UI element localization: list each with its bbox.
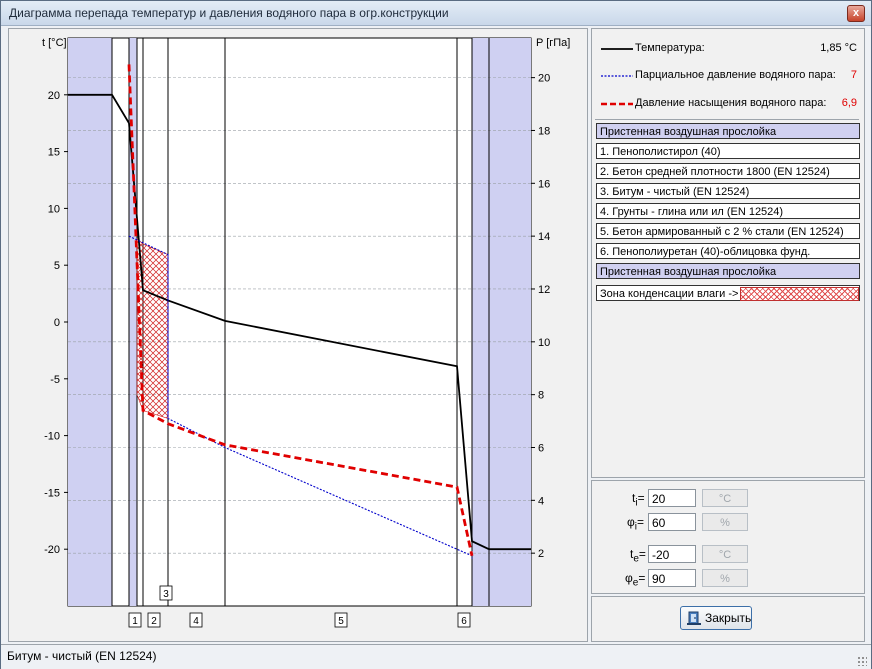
left-tick-label: -15 xyxy=(44,487,60,499)
left-tick-label: 15 xyxy=(48,147,60,159)
legend-saturation-value: 6,9 xyxy=(841,97,857,109)
diagram-window: Диаграмма перепада температур и давления… xyxy=(0,0,872,669)
legend-partial-label: Парциальное давление водяного пара: xyxy=(635,69,836,81)
legend-temperature-value: 1,85 °C xyxy=(820,42,857,54)
legend-partial-pressure: Парциальное давление водяного пара: 7 xyxy=(598,66,860,86)
left-tick-label: 0 xyxy=(54,317,60,329)
right-tick-label: 14 xyxy=(538,231,550,243)
right-tick-label: 12 xyxy=(538,284,550,296)
inner-air-zone xyxy=(68,38,112,606)
ti-unit-button[interactable]: °C xyxy=(702,489,748,507)
door-exit-icon xyxy=(687,611,701,625)
outer-air-zone xyxy=(489,38,531,606)
left-tick-label: 5 xyxy=(54,260,60,272)
left-tick-label: -5 xyxy=(50,374,60,386)
legend-divider xyxy=(595,119,859,120)
layer-item-6[interactable]: 6. Пенополиуретан (40)-облицовка фунд. xyxy=(596,243,860,259)
phii-input[interactable]: 60 xyxy=(648,513,696,531)
legend-saturation-line-icon xyxy=(601,102,633,106)
right-tick-label: 8 xyxy=(538,390,544,402)
info-panel: Температура: 1,85 °C Парциальное давлени… xyxy=(591,28,865,478)
left-tick-label: 20 xyxy=(48,90,60,102)
layer-marker-label: 1 xyxy=(132,616,138,627)
window-title: Диаграмма перепада температур и давления… xyxy=(9,6,449,20)
layer-item-3[interactable]: 3. Битум - чистый (EN 12524) xyxy=(596,183,860,199)
close-button-label: Закрыть xyxy=(705,611,752,625)
left-tick-label: 10 xyxy=(48,203,60,215)
legend-temperature-line-icon xyxy=(601,48,633,50)
status-text: Битум - чистый (EN 12524) xyxy=(7,649,157,663)
condensation-zone-legend: Зона конденсации влаги -> xyxy=(596,285,860,301)
legend-partial-line-icon xyxy=(601,75,633,77)
phii-label: φi= xyxy=(627,515,645,533)
layer-item-1[interactable]: 1. Пенополистирол (40) xyxy=(596,143,860,159)
close-icon: x xyxy=(852,7,860,19)
left-axis-label: t [°C] xyxy=(42,37,67,49)
close-button[interactable]: Закрыть xyxy=(680,606,752,630)
layer-6-zone xyxy=(472,38,489,606)
legend-saturation-label: Давление насыщения водяного пара: xyxy=(635,97,827,109)
phie-unit-button[interactable]: % xyxy=(702,569,748,587)
left-tick-label: -20 xyxy=(44,544,60,556)
condensation-hatch-swatch xyxy=(740,287,859,301)
close-panel: Закрыть xyxy=(591,596,865,642)
window-close-button[interactable]: x xyxy=(847,5,865,22)
layer-marker-label: 3 xyxy=(163,589,169,600)
ti-input[interactable]: 20 xyxy=(648,489,696,507)
layer-item-4[interactable]: 4. Грунты - глина или ил (EN 12524) xyxy=(596,203,860,219)
legend-temperature-label: Температура: xyxy=(635,42,705,54)
legend-partial-value: 7 xyxy=(850,69,857,81)
te-input[interactable]: -20 xyxy=(648,545,696,563)
phii-unit-button[interactable]: % xyxy=(702,513,748,531)
title-bar[interactable]: Диаграмма перепада температур и давления… xyxy=(1,1,871,26)
layer-marker-label: 4 xyxy=(193,616,199,627)
right-tick-label: 20 xyxy=(538,73,550,85)
right-tick-label: 4 xyxy=(538,495,544,507)
legend-temperature: Температура: 1,85 °C xyxy=(598,39,860,59)
resize-grip-icon[interactable] xyxy=(857,656,867,666)
layer-item-air-gap[interactable]: Пристенная воздушная прослойка xyxy=(596,263,860,279)
ti-label: ti= xyxy=(632,491,645,509)
right-axis-label: P [гПа] xyxy=(536,37,570,49)
parameters-panel: ti= 20 °C φi= 60 % te= -20 °C φe= 90 % xyxy=(591,480,865,594)
te-unit-button[interactable]: °C xyxy=(702,545,748,563)
phie-input[interactable]: 90 xyxy=(648,569,696,587)
condensation-zone-label: Зона конденсации влаги -> xyxy=(600,288,739,300)
layer-marker-label: 2 xyxy=(151,616,157,627)
phie-label: φe= xyxy=(625,571,646,589)
layer-item-air-gap[interactable]: Пристенная воздушная прослойка xyxy=(596,123,860,139)
right-tick-label: 18 xyxy=(538,125,550,137)
layer-item-2[interactable]: 2. Бетон средней плотности 1800 (EN 1252… xyxy=(596,163,860,179)
right-tick-label: 6 xyxy=(538,442,544,454)
status-bar: Битум - чистый (EN 12524) xyxy=(1,644,871,669)
te-label: te= xyxy=(630,547,646,565)
right-tick-label: 10 xyxy=(538,337,550,349)
temperature-pressure-chart: t [°C] P [гПа]20151050-5-10-15-2020181614… xyxy=(42,37,570,628)
right-tick-label: 16 xyxy=(538,178,550,190)
layer-marker-label: 5 xyxy=(338,616,344,627)
right-tick-label: 2 xyxy=(538,548,544,560)
chart-panel: t [°C] P [гПа] 20 15 10 5 0 -5 -10 -15 -20 20 18 16 14… xyxy=(8,28,588,642)
layer-marker-label: 6 xyxy=(461,616,467,627)
legend-saturation-pressure: Давление насыщения водяного пара: 6,9 xyxy=(598,94,860,114)
layer-item-5[interactable]: 5. Бетон армированный с 2 % стали (EN 12… xyxy=(596,223,860,239)
left-tick-label: -10 xyxy=(44,431,60,443)
